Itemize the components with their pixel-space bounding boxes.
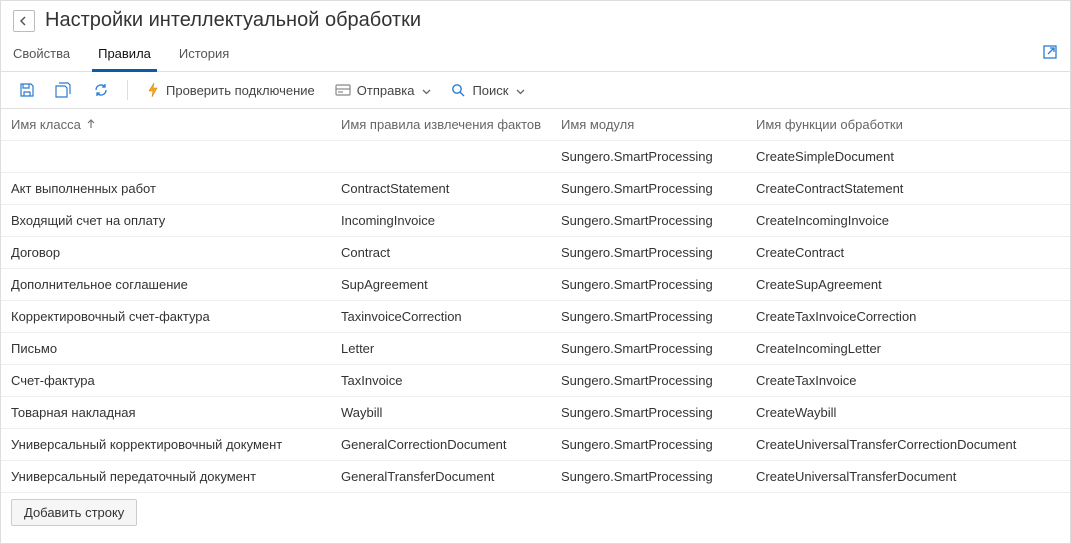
cell: CreateIncomingInvoice xyxy=(746,205,1070,236)
cell: GeneralCorrectionDocument xyxy=(331,429,551,460)
table: Имя класса Имя правила извлечения фактов… xyxy=(1,109,1070,493)
popout-icon xyxy=(1042,44,1058,60)
header: Настройки интеллектуальной обработки xyxy=(1,1,1070,38)
table-row[interactable]: Универсальный передаточный документGener… xyxy=(1,461,1070,493)
table-row[interactable]: Универсальный корректировочный документG… xyxy=(1,429,1070,461)
save-button[interactable] xyxy=(11,78,43,102)
add-row-button[interactable]: Добавить строку xyxy=(11,499,137,526)
column-header-rule-name[interactable]: Имя правила извлечения фактов xyxy=(331,109,551,140)
check-connection-label: Проверить подключение xyxy=(166,83,315,98)
cell: CreateContractStatement xyxy=(746,173,1070,204)
search-button[interactable]: Поиск xyxy=(443,79,533,102)
cell: GeneralTransferDocument xyxy=(331,461,551,492)
cell: SupAgreement xyxy=(331,269,551,300)
table-row[interactable]: Товарная накладнаяWaybillSungero.SmartPr… xyxy=(1,397,1070,429)
cell xyxy=(331,149,551,165)
cell: Sungero.SmartProcessing xyxy=(551,301,746,332)
cell: Sungero.SmartProcessing xyxy=(551,269,746,300)
table-row[interactable]: Sungero.SmartProcessingCreateSimpleDocum… xyxy=(1,141,1070,173)
cell: CreateWaybill xyxy=(746,397,1070,428)
cell: Акт выполненных работ xyxy=(1,173,331,204)
cell: ContractStatement xyxy=(331,173,551,204)
chevron-down-icon xyxy=(422,83,431,98)
cell: CreateUniversalTransferCorrectionDocumen… xyxy=(746,429,1070,460)
cell: Sungero.SmartProcessing xyxy=(551,333,746,364)
cell xyxy=(1,149,331,165)
tabs: СвойстваПравилаИстория xyxy=(1,38,1070,72)
page-title: Настройки интеллектуальной обработки xyxy=(45,9,421,32)
cell: Товарная накладная xyxy=(1,397,331,428)
save-icon xyxy=(19,82,35,98)
cell: TaxinvoiceCorrection xyxy=(331,301,551,332)
toolbar-separator xyxy=(127,80,128,100)
table-header: Имя класса Имя правила извлечения фактов… xyxy=(1,109,1070,141)
chevron-down-icon xyxy=(516,83,525,98)
arrow-left-icon xyxy=(18,15,30,27)
sort-asc-icon xyxy=(87,117,95,132)
save-all-icon xyxy=(55,82,73,98)
back-button[interactable] xyxy=(13,10,35,32)
column-label: Имя функции обработки xyxy=(756,117,903,132)
cell: Универсальный передаточный документ xyxy=(1,461,331,492)
cell: Contract xyxy=(331,237,551,268)
cell: Letter xyxy=(331,333,551,364)
cell: CreateSupAgreement xyxy=(746,269,1070,300)
cell: Sungero.SmartProcessing xyxy=(551,397,746,428)
search-icon xyxy=(451,83,466,98)
refresh-button[interactable] xyxy=(85,78,117,102)
cell: CreateIncomingLetter xyxy=(746,333,1070,364)
table-row[interactable]: Входящий счет на оплатуIncomingInvoiceSu… xyxy=(1,205,1070,237)
table-row[interactable]: ДоговорContractSungero.SmartProcessingCr… xyxy=(1,237,1070,269)
column-label: Имя класса xyxy=(11,117,81,132)
cell: CreateContract xyxy=(746,237,1070,268)
cell: Sungero.SmartProcessing xyxy=(551,365,746,396)
column-label: Имя правила извлечения фактов xyxy=(341,117,541,132)
save-all-button[interactable] xyxy=(47,78,81,102)
cell: Дополнительное соглашение xyxy=(1,269,331,300)
page-root: Настройки интеллектуальной обработки Сво… xyxy=(0,0,1071,544)
send-label: Отправка xyxy=(357,83,415,98)
cell: Корректировочный счет-фактура xyxy=(1,301,331,332)
search-label: Поиск xyxy=(472,83,508,98)
cell: IncomingInvoice xyxy=(331,205,551,236)
column-header-module-name[interactable]: Имя модуля xyxy=(551,109,746,140)
table-row[interactable]: Счет-фактураTaxInvoiceSungero.SmartProce… xyxy=(1,365,1070,397)
card-icon xyxy=(335,83,351,97)
cell: Счет-фактура xyxy=(1,365,331,396)
column-label: Имя модуля xyxy=(561,117,634,132)
cell: Sungero.SmartProcessing xyxy=(551,237,746,268)
table-row[interactable]: Акт выполненных работContractStatementSu… xyxy=(1,173,1070,205)
table-row[interactable]: Корректировочный счет-фактураTaxinvoiceC… xyxy=(1,301,1070,333)
toolbar: Проверить подключение Отправка Поиск xyxy=(1,72,1070,109)
cell: Sungero.SmartProcessing xyxy=(551,173,746,204)
table-body: Sungero.SmartProcessingCreateSimpleDocum… xyxy=(1,141,1070,493)
refresh-icon xyxy=(93,82,109,98)
cell: Sungero.SmartProcessing xyxy=(551,141,746,172)
cell: Sungero.SmartProcessing xyxy=(551,461,746,492)
cell: Waybill xyxy=(331,397,551,428)
cell: CreateTaxInvoice xyxy=(746,365,1070,396)
table-row[interactable]: Дополнительное соглашениеSupAgreementSun… xyxy=(1,269,1070,301)
cell: Sungero.SmartProcessing xyxy=(551,429,746,460)
cell: Договор xyxy=(1,237,331,268)
popout-button[interactable] xyxy=(1042,44,1058,60)
cell: Входящий счет на оплату xyxy=(1,205,331,236)
cell: CreateUniversalTransferDocument xyxy=(746,461,1070,492)
column-header-class-name[interactable]: Имя класса xyxy=(1,109,331,140)
table-row[interactable]: ПисьмоLetterSungero.SmartProcessingCreat… xyxy=(1,333,1070,365)
send-button[interactable]: Отправка xyxy=(327,79,440,102)
check-connection-button[interactable]: Проверить подключение xyxy=(138,78,323,102)
tab-2[interactable]: История xyxy=(165,38,243,71)
tab-0[interactable]: Свойства xyxy=(13,38,84,71)
tab-1[interactable]: Правила xyxy=(84,38,165,71)
cell: TaxInvoice xyxy=(331,365,551,396)
cell: CreateSimpleDocument xyxy=(746,141,1070,172)
cell: Письмо xyxy=(1,333,331,364)
cell: Sungero.SmartProcessing xyxy=(551,205,746,236)
column-header-function-name[interactable]: Имя функции обработки xyxy=(746,109,1070,140)
cell: CreateTaxInvoiceCorrection xyxy=(746,301,1070,332)
cell: Универсальный корректировочный документ xyxy=(1,429,331,460)
lightning-icon xyxy=(146,82,160,98)
